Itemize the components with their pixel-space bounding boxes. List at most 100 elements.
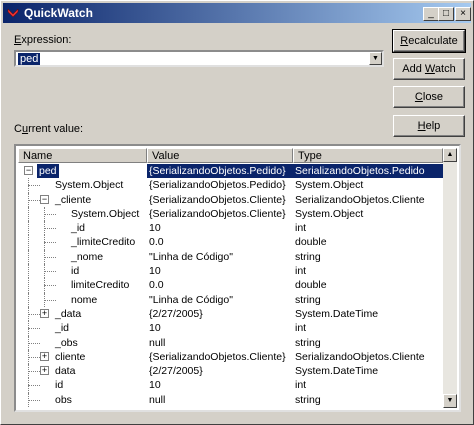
tree-line [28, 185, 40, 187]
quickwatch-window: QuickWatch _ □ × Expression: ped ▼ Recal… [0, 0, 474, 425]
minimize-button[interactable]: _ [423, 7, 439, 21]
tree-line [28, 264, 29, 279]
row-type: SerializandoObjetos.Cliente [295, 193, 425, 206]
row-type: int [295, 222, 307, 235]
name-cell: _limiteCredito [18, 235, 147, 250]
title-bar[interactable]: QuickWatch _ □ × [3, 3, 471, 23]
table-row[interactable]: nome "Linha de Código" string [18, 292, 443, 307]
grid-header: Name Value Type [18, 148, 443, 163]
scroll-down-icon[interactable]: ▼ [443, 394, 457, 408]
tree-line [28, 292, 29, 307]
tree-line [28, 199, 40, 201]
table-row[interactable]: limiteCredito 0.0 double [18, 278, 443, 293]
current-value-label: Current value: [14, 123, 84, 135]
name-cell: nome [18, 292, 147, 307]
column-header-type[interactable]: Type [293, 148, 443, 163]
row-type: int [295, 379, 307, 392]
row-value: 10 [149, 222, 161, 235]
name-cell: + _data [18, 306, 147, 322]
table-row[interactable]: obs null string [18, 392, 443, 408]
table-row[interactable]: _id 10 int [18, 321, 443, 336]
vertical-scrollbar[interactable]: ▲ ▼ [443, 148, 457, 408]
table-row[interactable]: − _cliente {SerializandoObjetos.Cliente} Se… [18, 192, 443, 207]
name-cell: id [18, 264, 147, 279]
row-name: System.Object [71, 207, 140, 220]
name-cell: + cliente [18, 349, 147, 365]
close-button[interactable]: Close [393, 86, 465, 108]
close-window-button[interactable]: × [455, 7, 471, 21]
expand-icon[interactable]: + [40, 366, 49, 376]
row-value: {2/27/2005} [149, 307, 203, 320]
scroll-up-icon[interactable]: ▲ [443, 148, 457, 162]
row-name: id [55, 379, 64, 392]
row-name: _limiteCredito [71, 236, 136, 249]
help-button[interactable]: Help [393, 115, 465, 137]
name-cell: _id [18, 321, 147, 336]
table-row[interactable]: + cliente {SerializandoObjetos.Cliente} Ser… [18, 349, 443, 365]
table-row[interactable]: _limiteCredito 0.0 double [18, 235, 443, 250]
tree-line [28, 235, 29, 250]
table-row[interactable]: id 10 int [18, 264, 443, 279]
tree-line [28, 313, 40, 315]
tree-line [44, 285, 56, 287]
column-header-value[interactable]: Value [147, 148, 293, 163]
table-row[interactable]: _nome "Linha de Código" string [18, 249, 443, 265]
table-row[interactable]: id 10 int [18, 378, 443, 393]
row-type: int [295, 265, 307, 278]
expand-icon[interactable]: + [40, 308, 49, 318]
table-row[interactable]: + _data {2/27/2005} System.DateTime [18, 306, 443, 322]
row-name: cliente [55, 350, 86, 363]
expand-icon[interactable]: + [40, 351, 49, 361]
add-watch-button[interactable]: Add Watch [393, 58, 465, 80]
tree-line [28, 385, 40, 387]
table-row[interactable]: System.Object {SerializandoObjetos.Client… [18, 206, 443, 222]
table-row[interactable]: − ped {SerializandoObjetos.Pedido} Serializ… [18, 164, 443, 179]
grid-rows: − ped {SerializandoObjetos.Pedido} Serializ… [18, 164, 443, 408]
row-value: {SerializandoObjetos.Pedido} [149, 179, 286, 192]
row-value: {SerializandoObjetos.Cliente} [149, 193, 286, 206]
row-type: string [295, 393, 321, 406]
column-header-name[interactable]: Name [18, 148, 147, 163]
tree-line [28, 328, 40, 330]
row-value: {SerializandoObjetos.Cliente} [149, 350, 286, 363]
tree-line [44, 256, 56, 258]
expression-combobox[interactable]: ped ▼ [14, 50, 384, 67]
row-type: int [295, 322, 307, 335]
watch-grid[interactable]: Name Value Type − ped {SerializandoObjetos… [14, 144, 461, 412]
row-value: null [149, 336, 166, 349]
tree-line [44, 213, 56, 215]
name-cell: System.Object [18, 178, 147, 193]
row-name: nome [71, 293, 98, 306]
row-type: string [295, 293, 321, 306]
dropdown-arrow-icon[interactable]: ▼ [369, 52, 382, 65]
expression-input[interactable]: ped [18, 53, 41, 65]
window-title: QuickWatch [24, 6, 93, 20]
tree-line [28, 221, 29, 236]
name-cell: _id [18, 221, 147, 236]
row-type: SerializandoObjetos.Pedido [293, 164, 443, 179]
row-value: null [149, 393, 166, 406]
recalculate-button[interactable]: Recalculate [392, 29, 466, 53]
collapse-icon[interactable]: − [40, 194, 49, 204]
name-cell: System.Object [18, 206, 147, 222]
tree-line [44, 228, 56, 230]
row-type: SerializandoObjetos.Cliente [295, 350, 425, 363]
tree-line [44, 271, 56, 273]
table-row[interactable]: System.Object {SerializandoObjetos.Pedido… [18, 178, 443, 193]
maximize-button[interactable]: □ [438, 7, 454, 21]
table-row[interactable]: + data {2/27/2005} System.DateTime [18, 364, 443, 379]
collapse-icon[interactable]: − [24, 166, 33, 175]
row-value: {SerializandoObjetos.Cliente} [149, 207, 286, 220]
table-row[interactable]: _id 10 int [18, 221, 443, 236]
name-cell: − _cliente [18, 192, 147, 207]
row-value: "Linha de Código" [149, 293, 233, 306]
row-value: 0.0 [149, 279, 164, 292]
row-name: _nome [71, 250, 104, 263]
tree-line [28, 342, 40, 344]
row-name: _id [71, 222, 86, 235]
tree-line [44, 299, 56, 301]
tree-line [28, 356, 40, 358]
tree-line [28, 206, 29, 222]
table-row[interactable]: _obs null string [18, 335, 443, 350]
row-name: ped [37, 164, 59, 178]
